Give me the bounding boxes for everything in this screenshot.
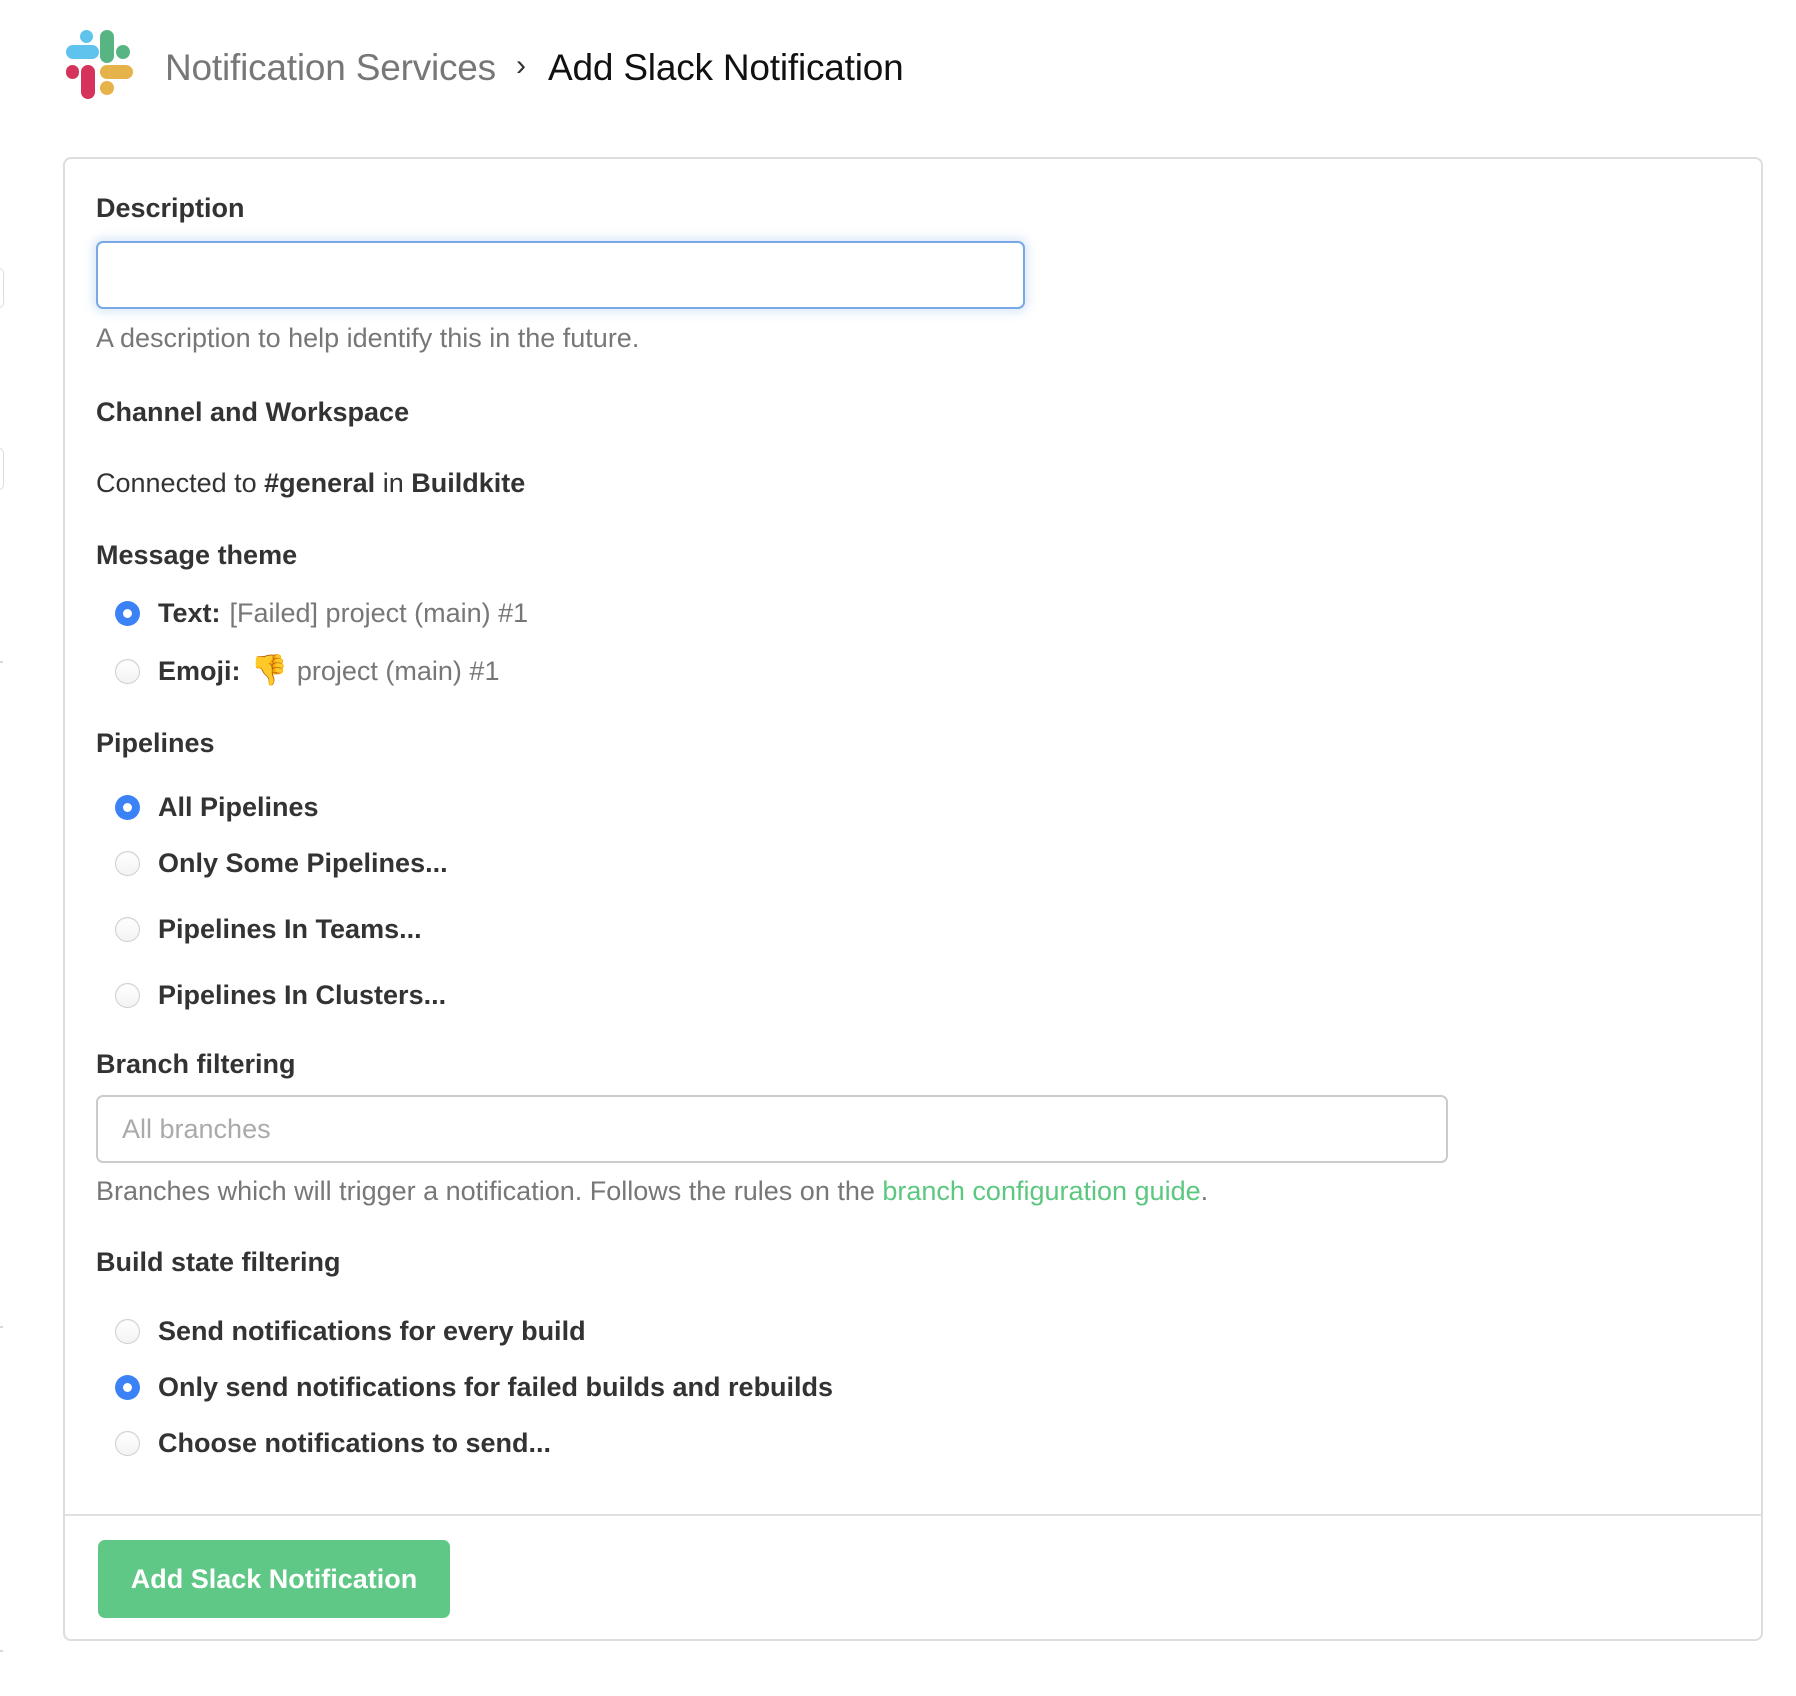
channel-name: #general — [264, 468, 376, 498]
page: Notification Services › Add Slack Notifi… — [0, 0, 1796, 1696]
description-help: A description to help identify this in t… — [96, 323, 640, 353]
form-body: Description A description to help identi… — [65, 159, 1761, 1514]
radio-every-build[interactable] — [115, 1318, 140, 1344]
thumbs-down-icon: 👎 — [250, 654, 288, 687]
sidebar-fragment — [0, 448, 4, 490]
branch-filtering-label: Branch filtering — [96, 1049, 296, 1079]
sidebar-fragment — [0, 268, 4, 308]
slack-notification-form: Description A description to help identi… — [63, 157, 1763, 1641]
choose-notifications-label: Choose notifications to send... — [158, 1427, 552, 1458]
pipelines-option-teams[interactable]: Pipelines In Teams... — [115, 909, 422, 949]
some-pipelines-label: Only Some Pipelines... — [158, 847, 448, 878]
pipelines-teams-label: Pipelines In Teams... — [158, 913, 422, 944]
form-footer: Add Slack Notification — [65, 1514, 1761, 1639]
branch-filter-help: Branches which will trigger a notificati… — [96, 1176, 1208, 1207]
pipelines-clusters-label: Pipelines In Clusters... — [158, 979, 447, 1010]
branch-help-suffix: . — [1200, 1176, 1209, 1206]
build-state-option-every[interactable]: Send notifications for every build — [115, 1311, 586, 1351]
radio-all-pipelines[interactable] — [115, 794, 140, 820]
build-state-option-failed[interactable]: Only send notifications for failed build… — [115, 1367, 833, 1407]
page-title: Add Slack Notification — [548, 47, 904, 88]
radio-choose-notifications[interactable] — [115, 1430, 140, 1456]
connected-middle: in — [375, 468, 412, 498]
sidebar-divider-fragment — [0, 1650, 3, 1652]
branch-configuration-guide-link[interactable]: branch configuration guide — [882, 1176, 1200, 1206]
theme-option-emoji[interactable]: Emoji: 👎 project (main) #1 — [115, 651, 499, 691]
slack-logo-icon — [66, 30, 133, 99]
radio-some-pipelines[interactable] — [115, 850, 140, 876]
pipelines-option-some[interactable]: Only Some Pipelines... — [115, 843, 448, 883]
page-header: Notification Services › Add Slack Notifi… — [62, 26, 904, 110]
breadcrumb-chevron-icon: › — [516, 49, 526, 82]
radio-pipelines-teams[interactable] — [115, 916, 140, 942]
build-state-option-choose[interactable]: Choose notifications to send... — [115, 1423, 551, 1463]
radio-pipelines-clusters[interactable] — [115, 982, 140, 1008]
branch-filter-input[interactable] — [96, 1095, 1448, 1163]
channel-connection-text: Connected to #general in Buildkite — [96, 468, 525, 499]
add-slack-notification-button[interactable]: Add Slack Notification — [98, 1540, 450, 1618]
description-label: Description — [96, 193, 245, 223]
every-build-label: Send notifications for every build — [158, 1315, 586, 1346]
theme-option-text[interactable]: Text: [Failed] project (main) #1 — [115, 593, 528, 633]
pipelines-option-clusters[interactable]: Pipelines In Clusters... — [115, 975, 446, 1015]
sidebar-divider-fragment — [0, 661, 3, 663]
message-theme-label: Message theme — [96, 540, 298, 570]
theme-text-preview: [Failed] project (main) #1 — [229, 597, 529, 628]
branch-help-prefix: Branches which will trigger a notificati… — [96, 1176, 883, 1206]
all-pipelines-label: All Pipelines — [158, 791, 319, 822]
radio-theme-text[interactable] — [115, 600, 140, 626]
theme-emoji-label: Emoji: — [158, 655, 241, 686]
description-input[interactable] — [96, 241, 1025, 309]
workspace-name: Buildkite — [411, 468, 526, 498]
failed-builds-label: Only send notifications for failed build… — [158, 1371, 834, 1402]
breadcrumb-notification-services[interactable]: Notification Services — [165, 47, 496, 89]
build-state-filtering-label: Build state filtering — [96, 1247, 341, 1277]
channel-workspace-label: Channel and Workspace — [96, 397, 410, 427]
theme-text-label: Text: — [158, 597, 221, 628]
pipelines-label: Pipelines — [96, 728, 215, 758]
sidebar-divider-fragment — [0, 1326, 3, 1328]
connected-prefix: Connected to — [96, 468, 265, 498]
radio-failed-builds[interactable] — [115, 1374, 140, 1400]
theme-emoji-preview: project (main) #1 — [296, 655, 500, 686]
radio-theme-emoji[interactable] — [115, 658, 140, 684]
pipelines-option-all[interactable]: All Pipelines — [115, 787, 319, 827]
